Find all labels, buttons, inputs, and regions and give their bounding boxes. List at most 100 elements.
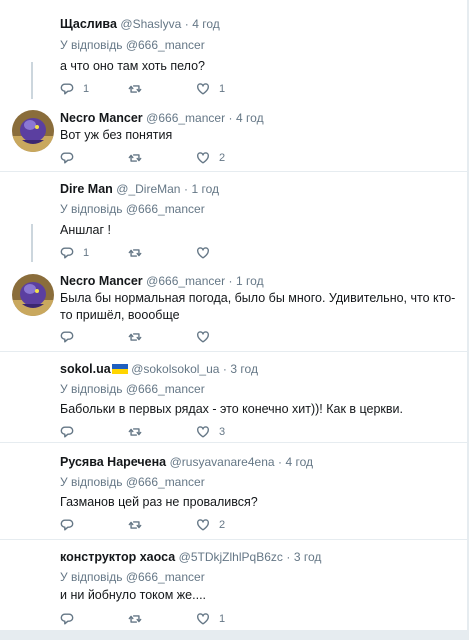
reply-context: У відповідь @666_mancer bbox=[60, 37, 461, 53]
author-handle[interactable]: @rusyavanare4ena bbox=[170, 455, 275, 469]
retweet-icon bbox=[128, 330, 142, 344]
like-button[interactable] bbox=[196, 246, 264, 260]
retweet-button[interactable] bbox=[128, 518, 196, 532]
avatar[interactable] bbox=[12, 110, 54, 152]
tweet[interactable]: Dire Man @_DireMan · 1 год У відповідь @… bbox=[0, 172, 469, 269]
tweet-header: Necro Mancer @666_mancer · 4 год bbox=[60, 110, 461, 126]
reply-button[interactable]: 1 bbox=[60, 246, 128, 260]
reply-context: У відповідь @666_mancer bbox=[60, 201, 461, 217]
tweet[interactable]: sokol.ua @sokolsokol_ua · 3 год У відпов… bbox=[0, 352, 469, 443]
separator-dot: · bbox=[228, 111, 233, 125]
ukraine-flag-icon bbox=[111, 364, 128, 374]
separator-dot: · bbox=[222, 362, 227, 376]
author-name[interactable]: Dire Man bbox=[60, 182, 113, 196]
tweet[interactable]: конструктор хаоса @5TDkjZlhlPqB6zc · 3 г… bbox=[0, 540, 469, 630]
tweet[interactable]: Русява Наречена @rusyavanare4ena · 4 год… bbox=[0, 443, 469, 540]
reply-mention[interactable]: @666_mancer bbox=[126, 570, 205, 584]
retweet-button[interactable] bbox=[128, 246, 196, 260]
reply-icon bbox=[60, 151, 74, 165]
reply-mention[interactable]: @666_mancer bbox=[126, 202, 205, 216]
timestamp[interactable]: 4 год bbox=[236, 111, 264, 125]
reply-context: У відповідь @666_mancer bbox=[60, 474, 461, 490]
retweet-icon bbox=[128, 246, 142, 260]
author-name[interactable]: Necro Mancer bbox=[60, 274, 143, 288]
tweet-text: и ни йобнуло током же.... bbox=[60, 588, 207, 602]
timestamp[interactable]: 4 год bbox=[286, 455, 314, 469]
reply-prefix: У відповідь bbox=[60, 382, 123, 396]
retweet-icon bbox=[128, 518, 142, 532]
author-handle[interactable]: @5TDkjZlhlPqB6zc bbox=[179, 550, 283, 564]
tweet-text: Вот уж без понятия bbox=[60, 128, 173, 142]
reply-button[interactable] bbox=[60, 518, 128, 532]
tweet-text: Газманов цей раз не провалився? bbox=[60, 495, 258, 509]
author-name[interactable]: Щаслива bbox=[60, 17, 117, 31]
heart-icon bbox=[196, 151, 210, 165]
reply-icon bbox=[60, 82, 74, 96]
heart-icon bbox=[196, 612, 210, 626]
like-button[interactable]: 2 bbox=[196, 151, 264, 165]
like-button[interactable]: 3 bbox=[196, 425, 264, 439]
retweet-button[interactable] bbox=[128, 151, 196, 165]
tweet-actions: 1 bbox=[60, 245, 264, 261]
like-count: 2 bbox=[219, 519, 226, 531]
author-handle[interactable]: @_DireMan bbox=[116, 182, 180, 196]
tweet-header: Necro Mancer @666_mancer · 1 год bbox=[60, 273, 461, 289]
timestamp[interactable]: 3 год bbox=[230, 362, 258, 376]
like-button[interactable]: 1 bbox=[196, 82, 264, 96]
timestamp[interactable]: 1 год bbox=[236, 274, 264, 288]
author-handle[interactable]: @sokolsokol_ua bbox=[131, 362, 219, 376]
author-name[interactable]: sokol.ua bbox=[60, 362, 111, 376]
author-name[interactable]: Русява Наречена bbox=[60, 455, 166, 469]
reply-count: 1 bbox=[83, 247, 90, 259]
separator-dot: · bbox=[183, 182, 188, 196]
reply-button[interactable] bbox=[60, 425, 128, 439]
tweet[interactable]: Necro Mancer @666_mancer · 1 год Была бы… bbox=[0, 262, 469, 352]
author-handle[interactable]: @666_mancer bbox=[146, 274, 225, 288]
reply-button[interactable] bbox=[60, 330, 128, 344]
timestamp[interactable]: 1 год bbox=[191, 182, 219, 196]
retweet-icon bbox=[128, 151, 142, 165]
author-name[interactable]: конструктор хаоса bbox=[60, 550, 175, 564]
tweet-text: а что оно там хоть пело? bbox=[60, 59, 205, 73]
author-handle[interactable]: @Shaslyva bbox=[120, 17, 181, 31]
author-name[interactable]: Necro Mancer bbox=[60, 111, 143, 125]
reply-icon bbox=[60, 246, 74, 260]
reply-button[interactable] bbox=[60, 612, 128, 626]
reply-icon bbox=[60, 330, 74, 344]
like-button[interactable]: 1 bbox=[196, 612, 264, 626]
retweet-button[interactable] bbox=[128, 612, 196, 626]
tweet[interactable]: Necro Mancer @666_mancer · 4 год Вот уж … bbox=[0, 99, 469, 172]
like-button[interactable]: 2 bbox=[196, 518, 264, 532]
tweet-actions: 1 1 bbox=[60, 81, 264, 97]
reply-count: 1 bbox=[83, 83, 90, 95]
timestamp[interactable]: 4 год bbox=[192, 17, 220, 31]
retweet-button[interactable] bbox=[128, 330, 196, 344]
reply-button[interactable] bbox=[60, 151, 128, 165]
like-button[interactable] bbox=[196, 330, 264, 344]
tweet-actions bbox=[60, 329, 264, 345]
separator-dot: · bbox=[228, 274, 233, 288]
separator-dot: · bbox=[278, 455, 283, 469]
retweet-button[interactable] bbox=[128, 82, 196, 96]
retweet-button[interactable] bbox=[128, 425, 196, 439]
reply-mention[interactable]: @666_mancer bbox=[126, 475, 205, 489]
avatar[interactable] bbox=[12, 274, 54, 316]
timestamp[interactable]: 3 год bbox=[294, 550, 322, 564]
tweet[interactable]: Щаслива @Shaslyva · 4 год У відповідь @6… bbox=[0, 0, 469, 107]
tweet-actions: 1 bbox=[60, 611, 264, 627]
like-count: 3 bbox=[219, 426, 226, 438]
like-count: 2 bbox=[219, 152, 226, 164]
author-handle[interactable]: @666_mancer bbox=[146, 111, 225, 125]
retweet-icon bbox=[128, 612, 142, 626]
like-count: 1 bbox=[219, 613, 226, 625]
tweet-actions: 3 bbox=[60, 424, 264, 440]
retweet-icon bbox=[128, 82, 142, 96]
heart-icon bbox=[196, 246, 210, 260]
reply-mention[interactable]: @666_mancer bbox=[126, 38, 205, 52]
tweet-actions: 2 bbox=[60, 517, 264, 533]
reply-icon bbox=[60, 425, 74, 439]
reply-context: У відповідь @666_mancer bbox=[60, 569, 461, 585]
reply-button[interactable]: 1 bbox=[60, 82, 128, 96]
reply-mention[interactable]: @666_mancer bbox=[126, 382, 205, 396]
heart-icon bbox=[196, 330, 210, 344]
